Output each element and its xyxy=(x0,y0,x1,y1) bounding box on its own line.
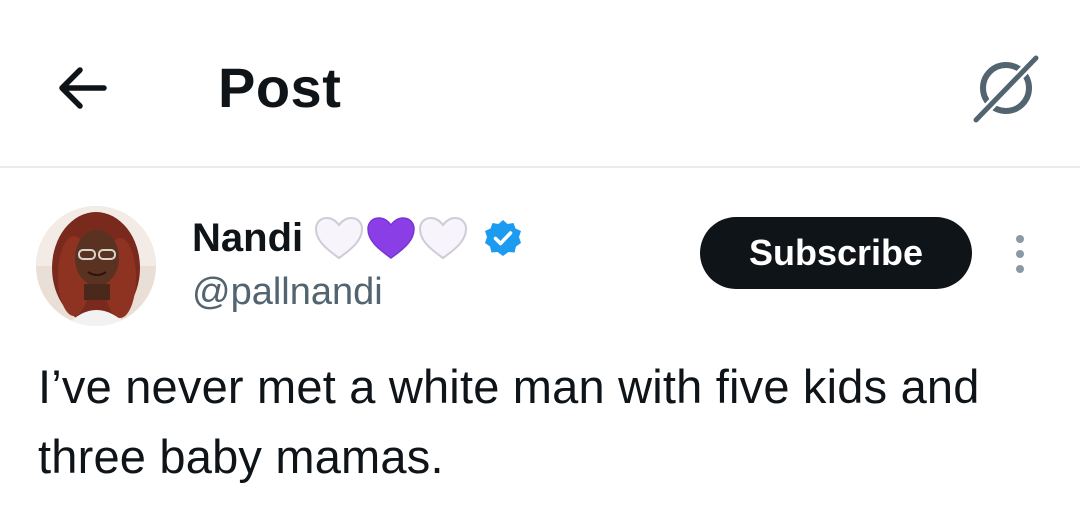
verified-icon xyxy=(485,220,522,256)
verified-badge[interactable] xyxy=(483,218,523,258)
purple-heart-icon xyxy=(367,217,415,259)
grok-icon xyxy=(971,53,1041,124)
more-options-button[interactable] xyxy=(1002,228,1038,280)
white-heart-icon xyxy=(419,216,468,260)
white-heart-icon xyxy=(315,216,364,260)
name-emojis xyxy=(313,215,469,261)
back-button[interactable] xyxy=(50,58,114,118)
avatar-image xyxy=(36,206,156,326)
author-display-name[interactable]: Nandi xyxy=(192,214,303,262)
arrow-left-icon xyxy=(59,67,107,109)
subscribe-button[interactable]: Subscribe xyxy=(700,217,972,289)
page-title: Post xyxy=(218,56,342,119)
more-vertical-icon xyxy=(1016,235,1024,243)
grok-button[interactable] xyxy=(968,50,1044,126)
post-text: I’ve never met a white man with five kid… xyxy=(38,360,980,483)
author-handle[interactable]: @pallnandi xyxy=(192,268,383,316)
author-name-row[interactable]: Nandi xyxy=(192,214,523,262)
top-app-bar: Post xyxy=(0,0,1080,168)
avatar[interactable] xyxy=(36,206,156,326)
